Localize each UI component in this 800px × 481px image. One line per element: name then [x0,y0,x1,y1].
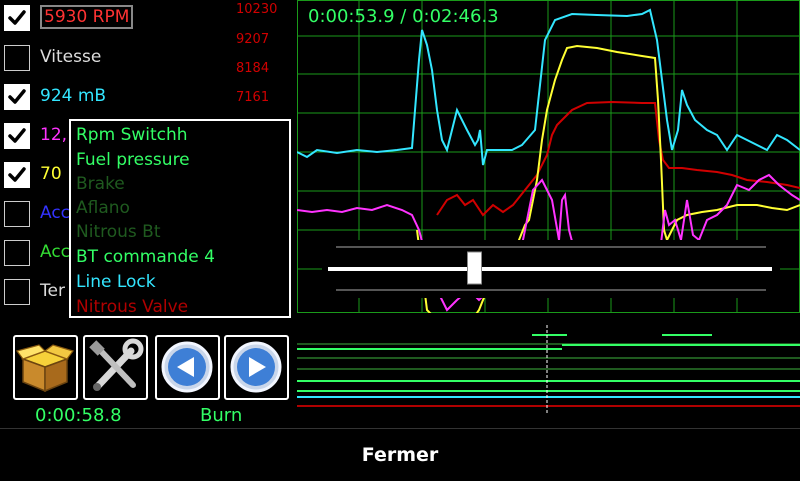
channel-row[interactable]: 70 [4,162,74,192]
channel-checkbox[interactable] [4,84,30,110]
channel-label: 12, [40,125,68,145]
checkmark-icon [8,167,26,182]
channel-row[interactable]: 5930 RPM [4,5,134,35]
digital-channel-menu[interactable]: Rpm Switchh Fuel pressure Brake Aflano N… [69,119,291,318]
digital-channels [297,325,800,415]
channel-checkbox[interactable] [4,123,30,149]
channel-label: 924 mB [40,86,107,106]
channel-checkbox[interactable] [4,45,30,71]
scale-label: 7161 [236,90,270,105]
channel-label: Acc [40,242,71,262]
tools-icon [89,338,144,391]
channel-label: Acc [40,203,71,223]
scale-label: 10230 [236,2,278,17]
channel-checkbox[interactable] [4,279,30,305]
settings-button[interactable] [83,335,148,400]
channel-label: 70 [40,164,62,184]
channel-checkbox[interactable] [4,201,30,227]
scale-label: 8184 [236,61,270,76]
run-mode-label: Burn [200,405,243,426]
next-arrow-icon [230,341,282,393]
scale-label: 9207 [236,32,270,47]
channel-label: Vitesse [40,47,102,67]
channel-checkbox[interactable] [4,240,30,266]
close-button[interactable]: Fermer [0,429,800,481]
checkmark-icon [8,128,26,143]
slider-thumb[interactable] [467,251,482,285]
channel-row[interactable]: 924 mB [4,84,106,114]
channel-checkbox[interactable] [4,162,30,188]
next-button[interactable] [224,335,289,400]
channel-label: 5930 RPM [40,5,134,29]
menu-item-fuel-pressure[interactable]: Fuel pressure [76,150,190,170]
channel-row[interactable]: 12, [4,123,74,153]
menu-item-brake[interactable]: Brake [76,174,125,194]
channel-row[interactable]: Acc [4,201,74,231]
channel-row[interactable]: Ter [4,279,74,309]
menu-item-aflano[interactable]: Aflano [76,198,130,218]
menu-item-nitrous-bt[interactable]: Nitrous Bt [76,222,161,242]
export-button[interactable] [13,335,78,400]
checkmark-icon [8,89,26,104]
previous-button[interactable] [155,335,220,400]
menu-item-nitrous-valve[interactable]: Nitrous Valve [76,297,188,317]
menu-item-rpm-switch[interactable]: Rpm Switchh [76,125,188,145]
channel-row[interactable]: Acc [4,240,74,270]
menu-item-bt-commande-4[interactable]: BT commande 4 [76,247,215,267]
checkmark-icon [8,10,26,25]
channel-row[interactable]: Vitesse [4,45,101,75]
package-icon [15,344,74,393]
time-slider[interactable] [322,240,780,298]
channel-label: Ter [40,281,65,301]
menu-item-line-lock[interactable]: Line Lock [76,272,156,292]
red-trace [436,100,800,217]
elapsed-time: 0:00:58.8 [35,405,122,426]
channel-checkbox[interactable] [4,5,30,31]
footer-bar: Fermer [0,428,800,481]
previous-arrow-icon [161,341,213,393]
time-readout: 0:00:53.9 / 0:02:46.3 [308,6,499,27]
